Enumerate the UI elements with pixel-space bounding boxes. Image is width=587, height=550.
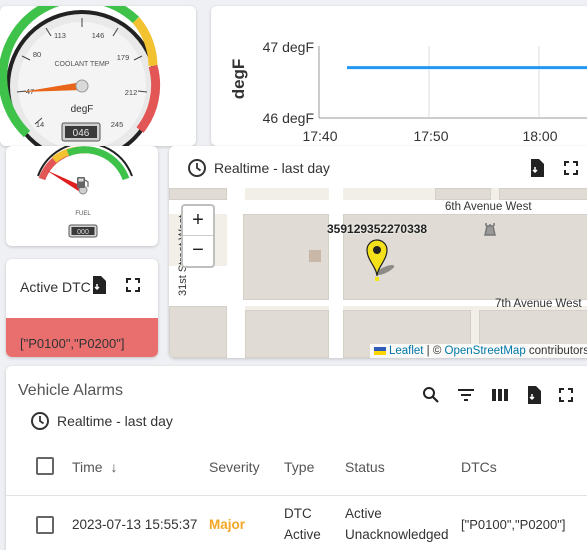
street-label-7th: 7th Avenue West xyxy=(495,298,582,310)
map-block xyxy=(435,188,491,200)
column-header-time-label: Time xyxy=(72,459,103,475)
attribution-separator: | © xyxy=(423,345,445,357)
map-card: Realtime - last day 6th Avenue West 7th … xyxy=(169,146,587,358)
fullscreen-icon[interactable] xyxy=(564,161,578,175)
coolant-tick-113: 113 xyxy=(54,31,66,40)
street-label-6th: 6th Avenue West xyxy=(445,201,532,213)
coolant-tick-80: 80 xyxy=(33,50,41,59)
map-header: Realtime - last day xyxy=(169,146,587,188)
map-marker-icon[interactable] xyxy=(365,238,399,282)
ukraine-flag-icon xyxy=(373,347,386,355)
row-dtcs: ["P0100","P0200"] xyxy=(461,517,566,532)
fuel-pump-icon xyxy=(77,177,89,188)
export-file-icon[interactable] xyxy=(527,386,541,404)
row-status-line2: Unacknowledged xyxy=(345,527,449,542)
coolant-gauge-unit: degF xyxy=(71,104,94,115)
column-header-severity[interactable]: Severity xyxy=(209,459,260,475)
coolant-gauge-label: COOLANT TEMP xyxy=(55,61,110,68)
fullscreen-icon[interactable] xyxy=(126,278,140,292)
sort-arrow-icon: ↓ xyxy=(110,459,118,475)
map-block xyxy=(499,188,587,200)
coolant-tick-179: 179 xyxy=(117,53,130,62)
clock-icon xyxy=(31,412,49,430)
chart-ytick-top: 47 degF xyxy=(263,39,314,55)
chart-xtick-1750: 17:50 xyxy=(413,128,448,144)
active-dtc-title: Active DTC xyxy=(20,279,91,295)
columns-icon[interactable] xyxy=(491,388,509,402)
fullscreen-icon[interactable] xyxy=(559,388,573,402)
row-checkbox[interactable] xyxy=(36,516,54,534)
coolant-tick-146: 146 xyxy=(92,31,105,40)
chart-ylabel: degF xyxy=(229,59,248,100)
export-file-icon[interactable] xyxy=(530,159,544,177)
active-dtc-card: Active DTC ["P0100","P0200"] xyxy=(6,259,158,357)
fuel-value: 000 xyxy=(77,229,89,236)
chart-ytick-bottom: 46 degF xyxy=(263,110,314,126)
fuel-gauge: FUEL 000 xyxy=(37,146,133,238)
column-header-time[interactable]: Time ↓ xyxy=(72,459,117,475)
row-status-line1: Active xyxy=(345,506,382,521)
map-view[interactable]: 6th Avenue West 7th Avenue West 31st Str… xyxy=(169,188,587,358)
alarms-subtitle: Realtime - last day xyxy=(57,413,173,429)
column-header-dtcs[interactable]: DTCs xyxy=(461,459,497,475)
chart-xtick-1800: 18:00 xyxy=(522,128,557,144)
temperature-chart: degF 47 degF 46 degF 17:40 17:50 18:00 xyxy=(229,39,587,144)
zoom-out-button[interactable]: − xyxy=(183,236,213,266)
zoom-in-button[interactable]: + xyxy=(183,206,213,236)
map-block xyxy=(169,306,227,358)
active-dtc-value: ["P0100","P0200"] xyxy=(20,336,125,351)
leaflet-link[interactable]: Leaflet xyxy=(389,345,424,357)
row-severity: Major xyxy=(209,517,246,532)
coolant-tick-245: 245 xyxy=(111,120,124,129)
coolant-gauge-card: 14 47 80 113 146 179 212 245 COOLANT TEM… xyxy=(0,6,196,146)
coolant-tick-14: 14 xyxy=(36,120,44,129)
vehicle-alarms-card: Vehicle Alarms Realtime - last day Time … xyxy=(6,366,587,550)
zoom-control: + − xyxy=(181,204,215,268)
map-title: Realtime - last day xyxy=(214,160,330,176)
coolant-value: 046 xyxy=(73,128,90,139)
row-type-line2: Active xyxy=(284,527,321,542)
map-attribution: Leaflet | © OpenStreetMap contributors xyxy=(369,344,587,358)
attribution-suffix: contributors xyxy=(525,345,587,357)
select-all-checkbox[interactable] xyxy=(36,457,54,475)
marker-label: 359129352270338 xyxy=(327,222,428,236)
filter-icon[interactable] xyxy=(457,388,475,402)
coolant-tick-212: 212 xyxy=(125,88,138,97)
chart-xtick-1740: 17:40 xyxy=(302,128,337,144)
search-icon[interactable] xyxy=(422,386,440,404)
row-type-line1: DTC xyxy=(284,506,312,521)
map-poi-icon xyxy=(484,223,496,236)
fuel-gauge-card: FUEL 000 xyxy=(6,146,158,246)
column-header-type[interactable]: Type xyxy=(284,459,314,475)
alarms-title: Vehicle Alarms xyxy=(18,382,123,399)
coolant-gauge: 14 47 80 113 146 179 212 245 COOLANT TEM… xyxy=(0,6,161,146)
column-header-status[interactable]: Status xyxy=(345,459,385,475)
temperature-chart-card: degF 47 degF 46 degF 17:40 17:50 18:00 xyxy=(211,6,587,146)
map-poi-square xyxy=(309,250,321,262)
export-file-icon[interactable] xyxy=(92,276,106,294)
map-block xyxy=(169,188,227,200)
map-block xyxy=(245,310,329,358)
row-time: 2023-07-13 15:55:37 xyxy=(72,517,198,532)
clock-icon xyxy=(188,159,206,177)
fuel-gauge-label: FUEL xyxy=(75,211,91,217)
divider xyxy=(6,495,587,496)
osm-link[interactable]: OpenStreetMap xyxy=(445,345,526,357)
